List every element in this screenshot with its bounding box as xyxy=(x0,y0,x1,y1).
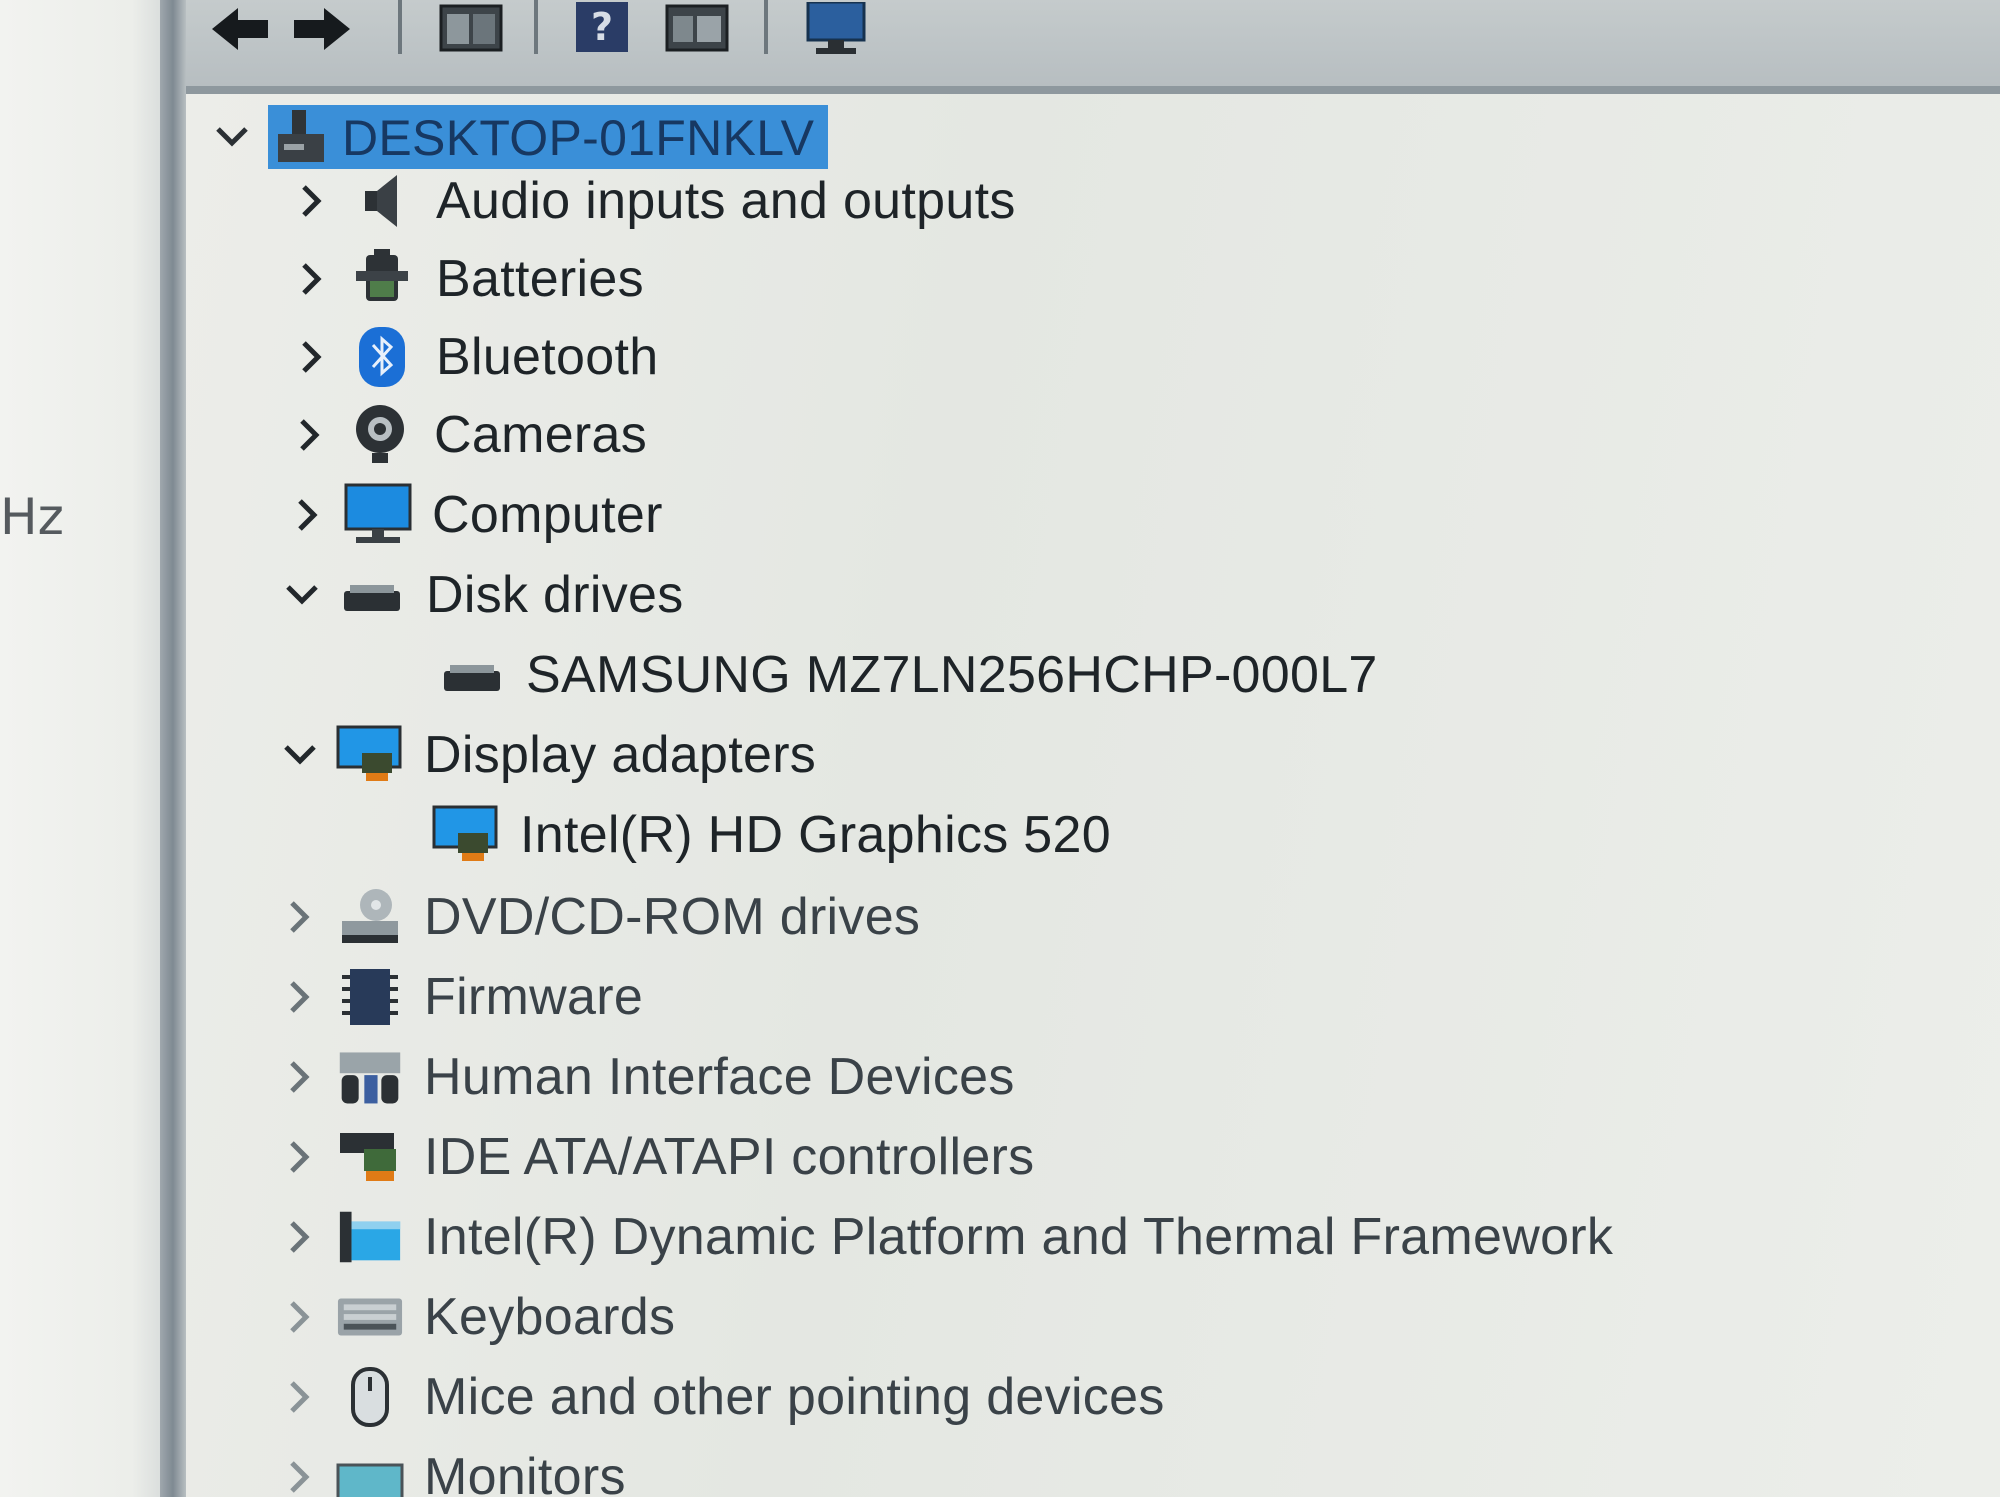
device-label: SAMSUNG MZ7LN256HCHP-000L7 xyxy=(526,646,1378,704)
tree-item-label: Audio inputs and outputs xyxy=(436,172,1016,230)
tree-item-dvd-cd-rom[interactable]: DVD/CD-ROM drives xyxy=(282,882,920,952)
chevron-right-icon[interactable] xyxy=(292,417,328,453)
svg-text:?: ? xyxy=(591,5,613,49)
disk-drive-icon xyxy=(338,563,406,627)
ide-controller-icon xyxy=(336,1125,404,1189)
tree-item-label: Display adapters xyxy=(424,726,817,784)
properties-icon xyxy=(665,4,729,52)
device-item-intel-hd-graphics[interactable]: Intel(R) HD Graphics 520 xyxy=(432,800,1111,870)
tree-item-intel-dptf[interactable]: Intel(R) Dynamic Platform and Thermal Fr… xyxy=(282,1202,1613,1272)
toolbar-separator xyxy=(398,0,402,54)
tree-item-audio[interactable]: Audio inputs and outputs xyxy=(294,166,1016,236)
chevron-right-icon[interactable] xyxy=(282,1459,318,1495)
chip-icon xyxy=(336,965,404,1029)
chevron-right-icon[interactable] xyxy=(282,899,318,935)
tree-item-label: Firmware xyxy=(424,968,644,1026)
tree-item-label: Human Interface Devices xyxy=(424,1048,1015,1106)
device-item-samsung-ssd[interactable]: SAMSUNG MZ7LN256HCHP-000L7 xyxy=(438,640,1378,710)
chevron-right-icon[interactable] xyxy=(282,1139,318,1175)
show-hide-console-tree-button[interactable] xyxy=(436,0,506,58)
tree-item-ide-ata-atapi[interactable]: IDE ATA/ATAPI controllers xyxy=(282,1122,1034,1192)
mouse-icon xyxy=(336,1365,404,1429)
tree-item-label: Monitors xyxy=(424,1448,626,1497)
console-tree-icon xyxy=(439,4,503,52)
dvd-drive-icon xyxy=(336,885,404,949)
hid-icon xyxy=(336,1045,404,1109)
toolbar-separator xyxy=(764,0,768,54)
chevron-right-icon[interactable] xyxy=(282,1059,318,1095)
tree-item-bluetooth[interactable]: Bluetooth xyxy=(294,322,658,392)
tree-item-label: Mice and other pointing devices xyxy=(424,1368,1165,1426)
battery-icon xyxy=(348,247,416,311)
chevron-right-icon[interactable] xyxy=(282,979,318,1015)
monitor-icon xyxy=(336,1445,404,1497)
folder-icon xyxy=(336,1205,404,1269)
back-button[interactable] xyxy=(206,0,274,58)
chevron-right-icon[interactable] xyxy=(290,497,326,533)
chevron-right-icon[interactable] xyxy=(282,1299,318,1335)
chevron-right-icon[interactable] xyxy=(282,1379,318,1415)
chevron-right-icon[interactable] xyxy=(282,1219,318,1255)
speaker-icon xyxy=(348,169,416,233)
tree-item-label: Bluetooth xyxy=(436,328,659,386)
chevron-right-icon[interactable] xyxy=(294,261,330,297)
device-label: Intel(R) HD Graphics 520 xyxy=(520,806,1111,864)
camera-icon xyxy=(346,403,414,467)
tree-item-monitors[interactable]: Monitors xyxy=(282,1442,626,1497)
tree-item-label: Disk drives xyxy=(426,566,684,624)
chevron-down-icon[interactable] xyxy=(284,577,320,613)
properties-button[interactable] xyxy=(662,0,732,58)
screen: Hz ? DESKTOP-01FNKLV Audio inputs and ou… xyxy=(0,0,2000,1497)
tree-item-human-interface-devices[interactable]: Human Interface Devices xyxy=(282,1042,1015,1112)
chevron-down-icon[interactable] xyxy=(282,737,318,773)
computer-name-label: DESKTOP-01FNKLV xyxy=(336,105,829,169)
toolbar-separator xyxy=(534,0,538,54)
bluetooth-icon xyxy=(348,325,416,389)
background-window: Hz xyxy=(0,0,165,1497)
display-adapter-icon xyxy=(432,803,500,867)
tree-item-label: Intel(R) Dynamic Platform and Thermal Fr… xyxy=(424,1208,1614,1266)
tree-item-label: Computer xyxy=(432,486,663,544)
display-adapter-icon xyxy=(336,723,404,787)
tree-item-keyboards[interactable]: Keyboards xyxy=(282,1282,675,1352)
back-arrow-icon xyxy=(212,8,268,50)
keyboard-icon xyxy=(336,1285,404,1349)
tree-item-label: Cameras xyxy=(434,406,648,464)
chevron-down-icon[interactable] xyxy=(214,119,250,155)
forward-arrow-icon xyxy=(294,8,350,50)
help-button[interactable]: ? xyxy=(570,0,634,58)
computer-tower-icon xyxy=(268,105,336,169)
scan-hardware-icon xyxy=(806,2,866,54)
tree-item-label: DVD/CD-ROM drives xyxy=(424,888,921,946)
scan-hardware-button[interactable] xyxy=(800,0,876,58)
tree-item-cameras[interactable]: Cameras xyxy=(292,400,647,470)
forward-button[interactable] xyxy=(286,0,358,58)
tree-item-label: Keyboards xyxy=(424,1288,676,1346)
tree-item-disk-drives[interactable]: Disk drives xyxy=(284,560,684,630)
tree-item-display-adapters[interactable]: Display adapters xyxy=(282,720,816,790)
chevron-right-icon[interactable] xyxy=(294,339,330,375)
tree-item-label: Batteries xyxy=(436,250,644,308)
window-border xyxy=(160,0,186,1497)
tree-item-firmware[interactable]: Firmware xyxy=(282,962,643,1032)
disk-drive-icon xyxy=(438,643,506,707)
tree-root-computer[interactable]: DESKTOP-01FNKLV xyxy=(214,102,829,172)
toolbar: ? xyxy=(186,0,2000,94)
help-icon: ? xyxy=(576,2,628,52)
chevron-right-icon[interactable] xyxy=(294,183,330,219)
device-tree: DESKTOP-01FNKLV Audio inputs and outputs xyxy=(186,94,2000,1497)
tree-item-mice[interactable]: Mice and other pointing devices xyxy=(282,1362,1165,1432)
tree-item-computer[interactable]: Computer xyxy=(290,480,663,550)
tree-item-batteries[interactable]: Batteries xyxy=(294,244,644,314)
monitor-icon xyxy=(344,483,412,547)
tree-item-label: IDE ATA/ATAPI controllers xyxy=(424,1128,1035,1186)
background-text-fragment: Hz xyxy=(0,488,64,546)
